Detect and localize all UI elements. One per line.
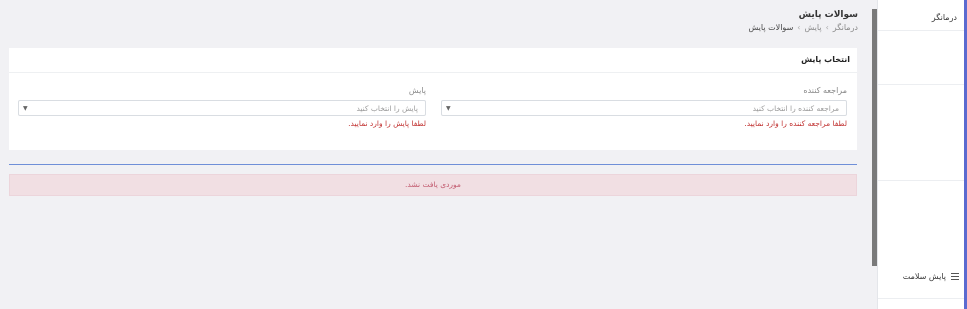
sidebar-item-health-monitoring[interactable]: پایش سلامت: [903, 272, 959, 281]
breadcrumb-separator: ›: [825, 23, 829, 32]
client-label: مراجعه کننده: [803, 86, 847, 95]
section-divider: [9, 164, 857, 165]
select-monitoring-card: انتخاب پایش مراجعه کننده مراجعه کننده را…: [9, 48, 857, 150]
card-title: انتخاب پایش: [801, 55, 850, 64]
sidebar-divider: [878, 30, 965, 31]
page-title: سوالات پایش: [798, 10, 858, 20]
page-header: سوالات پایش درمانگر›پایش›سوالات پایش: [748, 9, 858, 33]
chevron-down-icon: ▼: [446, 105, 451, 112]
card-divider: [9, 72, 857, 73]
breadcrumb-item-therapist[interactable]: درمانگر: [833, 23, 858, 32]
sidebar-divider: [878, 84, 965, 85]
client-select[interactable]: مراجعه کننده را انتخاب کنید ▼: [441, 100, 847, 116]
monitoring-label: پایش: [408, 86, 426, 95]
sidebar-item-label: پایش سلامت: [902, 272, 946, 281]
breadcrumb-separator: ›: [797, 23, 801, 32]
main-content: سوالات پایش درمانگر›پایش›سوالات پایش انت…: [0, 0, 872, 309]
client-error: لطفا مراجعه کننده را وارد نمایید.: [744, 119, 847, 128]
breadcrumb-item-current: سوالات پایش: [748, 23, 794, 32]
monitoring-error: لطفا پایش را وارد نمایید.: [348, 119, 426, 128]
sidebar-divider: [878, 298, 965, 299]
no-results-alert: موردی یافت نشد.: [9, 174, 857, 196]
monitoring-select-placeholder: پایش را انتخاب کنید: [356, 104, 418, 113]
sidebar: درمانگر پایش سلامت: [877, 0, 965, 309]
breadcrumb: درمانگر›پایش›سوالات پایش: [748, 22, 858, 33]
client-field: مراجعه کننده مراجعه کننده را انتخاب کنید…: [441, 86, 847, 134]
chevron-down-icon: ▼: [23, 105, 28, 112]
sidebar-divider: [878, 180, 965, 181]
monitoring-select[interactable]: پایش را انتخاب کنید ▼: [18, 100, 426, 116]
breadcrumb-item-monitoring[interactable]: پایش: [804, 23, 821, 32]
monitoring-field: پایش پایش را انتخاب کنید ▼ لطفا پایش را …: [18, 86, 426, 134]
list-icon: [951, 273, 959, 280]
client-select-placeholder: مراجعه کننده را انتخاب کنید: [752, 104, 839, 113]
sidebar-brand[interactable]: درمانگر: [932, 13, 957, 22]
